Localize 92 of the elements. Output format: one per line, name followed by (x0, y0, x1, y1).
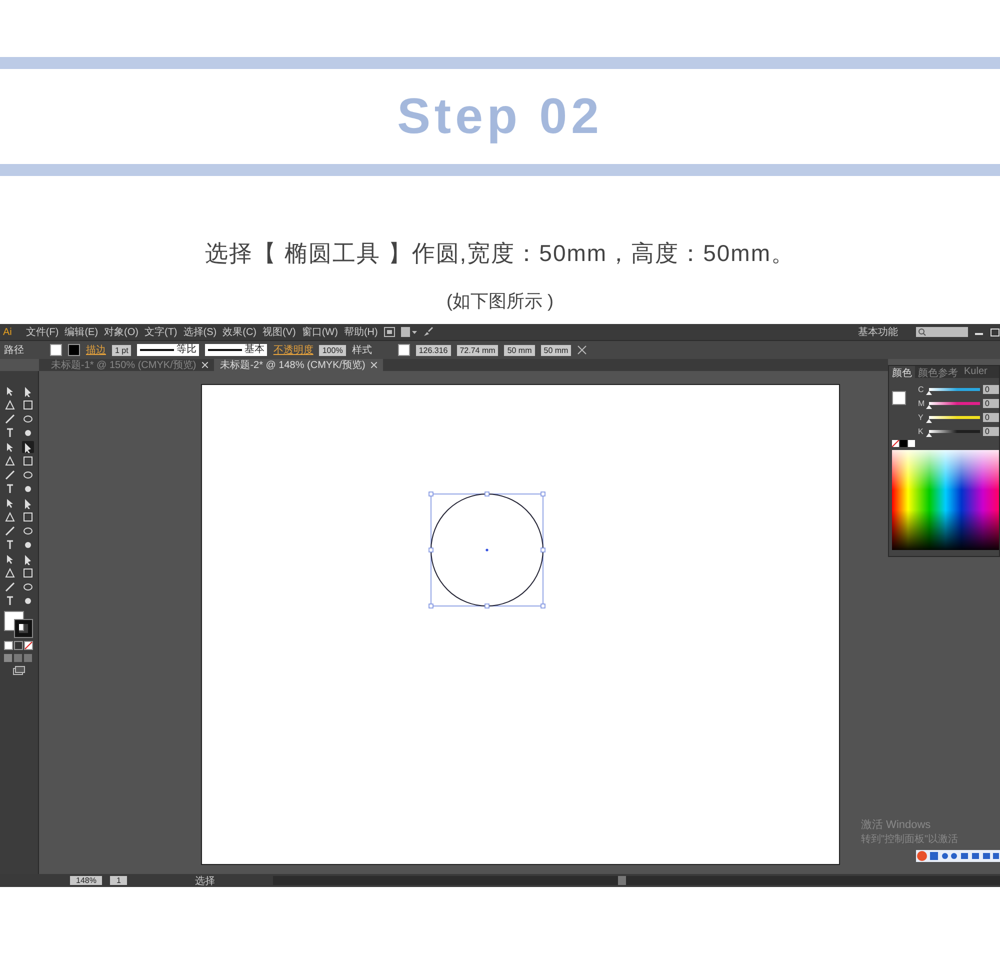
tool-icon[interactable] (22, 399, 34, 411)
menu-item[interactable]: 编辑(E) (64, 325, 98, 339)
color-swatch[interactable] (68, 344, 80, 356)
slider-thumb[interactable] (926, 432, 932, 436)
tool-icon[interactable] (4, 595, 16, 607)
tool-icon[interactable] (22, 469, 34, 481)
horizontal-scrollbar[interactable] (272, 876, 1000, 885)
close-icon[interactable] (371, 362, 378, 368)
control-link[interactable]: 描边 (86, 343, 106, 357)
panel-tab[interactable]: Kuler (961, 366, 990, 378)
stroke-swatch[interactable] (15, 620, 32, 637)
value-field[interactable]: 0 (983, 384, 999, 394)
menu-item[interactable]: 视图(V) (262, 325, 296, 339)
instruction-text: 选择【 椭圆工具 】作圆,宽度：50mm，高度：50mm。 (205, 239, 795, 268)
zoom-field[interactable]: 148% (70, 876, 102, 885)
restore-icon[interactable] (990, 327, 1000, 337)
tool-icon[interactable] (4, 469, 16, 481)
panel-tab[interactable]: 颜色 (889, 366, 915, 378)
value-field[interactable]: 72.74 mm (456, 344, 498, 356)
tool-icon[interactable] (22, 567, 34, 579)
tool-icon[interactable] (4, 427, 16, 439)
value-field[interactable]: 100% (319, 344, 346, 356)
tool-icon[interactable] (22, 483, 34, 495)
control-label: 样式 (352, 344, 372, 357)
tool-icon[interactable] (4, 525, 16, 537)
tool-icon[interactable] (22, 581, 34, 593)
tool-icon[interactable] (22, 553, 34, 565)
tool-icon[interactable] (4, 539, 16, 551)
slider-thumb[interactable] (926, 418, 932, 422)
artboard-field[interactable]: 1 (110, 876, 127, 885)
tool-icon[interactable] (22, 441, 34, 453)
stroke-dropdown[interactable]: 基本 (205, 344, 268, 356)
workspace-switcher[interactable]: 基本功能 (858, 325, 898, 339)
menu-item[interactable]: 窗口(W) (302, 325, 338, 339)
value-field[interactable]: 0 (983, 426, 999, 436)
brush-icon[interactable] (422, 327, 433, 337)
control-label: 路径 (4, 344, 24, 357)
tool-icon[interactable] (22, 413, 34, 425)
tool-icon[interactable] (4, 581, 16, 593)
tool-icon[interactable] (22, 385, 34, 397)
tool-icon[interactable] (22, 525, 34, 537)
menu-item[interactable]: 文件(F) (26, 325, 59, 339)
menu-item[interactable]: 文字(T) (144, 325, 178, 339)
menu-item[interactable]: 选择(S) (183, 325, 217, 339)
tool-icon[interactable] (22, 497, 34, 509)
tool-icon[interactable] (22, 511, 34, 523)
tool-icon[interactable] (4, 567, 16, 579)
tool-icon[interactable] (22, 595, 34, 607)
fill-stroke-swatch[interactable] (892, 391, 906, 405)
tool-icon[interactable] (22, 455, 34, 467)
channel-label: K (918, 426, 924, 436)
value-field[interactable]: 126.316 (416, 344, 451, 356)
search-field[interactable] (916, 327, 968, 337)
tool-icon[interactable] (4, 413, 16, 425)
slider-thumb[interactable] (926, 404, 932, 408)
close-icon[interactable] (202, 362, 208, 368)
value-field[interactable]: 0 (983, 398, 999, 408)
channel-label: Y (918, 412, 924, 422)
value-field[interactable]: 50 mm (504, 344, 535, 356)
swatch-presets-icon[interactable] (892, 440, 916, 447)
tool-icon[interactable] (22, 539, 34, 551)
menu-item[interactable]: 对象(O) (104, 325, 138, 339)
value-field[interactable]: 50 mm (540, 344, 572, 356)
menu-item[interactable]: 效果(C) (222, 325, 256, 339)
tool-icon[interactable] (4, 455, 16, 467)
slider-thumb[interactable] (926, 390, 932, 394)
tool-icon[interactable] (4, 399, 16, 411)
tool-icon[interactable] (22, 427, 34, 439)
transform-icon[interactable] (577, 345, 588, 355)
color-modes-icon[interactable] (4, 641, 34, 650)
status-text: 选择 (194, 874, 216, 888)
channel-label: M (918, 398, 926, 408)
scroll-thumb[interactable] (618, 876, 626, 885)
app-logo: Ai (3, 326, 12, 338)
control-link[interactable]: 不透明度 (273, 343, 314, 357)
channel-label: C (918, 384, 925, 394)
search-icon (918, 328, 926, 336)
color-spectrum[interactable] (892, 450, 999, 550)
screen-mode-icon[interactable] (13, 666, 25, 675)
tool-icon[interactable] (4, 511, 16, 523)
caption-text: (如下图所示 ) (446, 290, 554, 313)
value-field[interactable]: 1 pt (112, 344, 132, 356)
arrange-icon[interactable] (400, 327, 417, 337)
color-swatch[interactable] (50, 344, 62, 356)
menu-item[interactable]: 帮助(H) (344, 325, 378, 339)
value-field[interactable]: 0 (983, 412, 999, 422)
tool-icon[interactable] (4, 483, 16, 495)
document-tab[interactable]: 未标题-2* @ 148% (CMYK/预览) (214, 359, 384, 371)
panel-tab[interactable]: 颜色参考 (915, 366, 961, 378)
color-swatch[interactable] (398, 344, 410, 356)
step-title: Step 02 (397, 87, 603, 146)
stroke-dropdown[interactable]: 等比 (137, 344, 200, 356)
